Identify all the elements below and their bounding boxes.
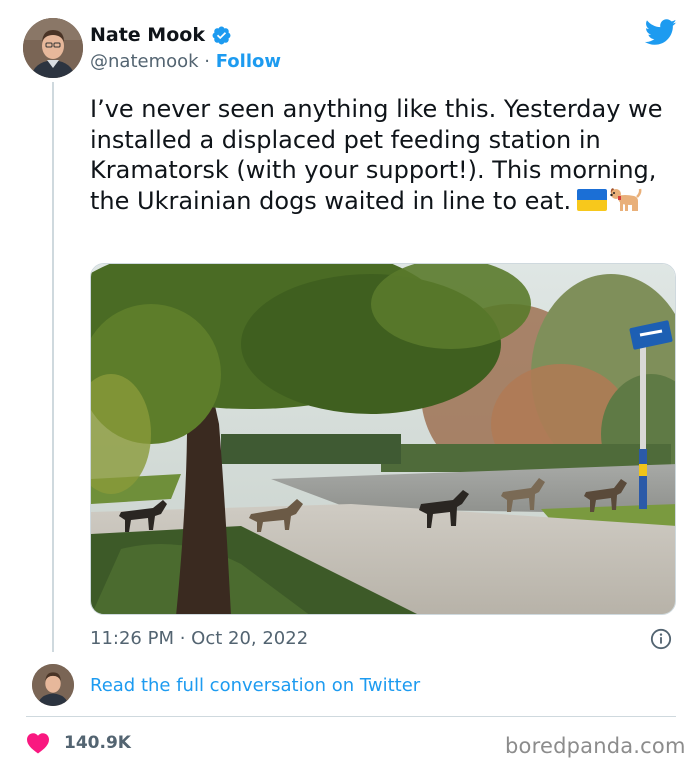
dog-emoji — [610, 187, 642, 211]
handle-separator: · — [198, 51, 216, 72]
handle-row: @natemook · Follow — [90, 50, 281, 74]
author-name[interactable]: Nate Mook — [90, 23, 205, 47]
tweet-timestamp[interactable]: 11:26 PM · Oct 20, 2022 — [90, 627, 308, 651]
twitter-bird-icon[interactable] — [645, 19, 677, 46]
heart-icon[interactable] — [26, 732, 50, 754]
tweet-photo[interactable] — [90, 263, 676, 615]
watermark: boredpanda.com — [505, 734, 686, 758]
author-handle[interactable]: @natemook — [90, 51, 199, 72]
avatar-small[interactable] — [32, 664, 74, 706]
ukraine-flag-emoji — [577, 188, 608, 211]
verified-badge-icon — [212, 26, 231, 45]
info-icon[interactable] — [650, 628, 672, 650]
divider — [26, 716, 676, 717]
read-conversation-link[interactable]: Read the full conversation on Twitter — [90, 674, 420, 698]
like-count: 140.9K — [64, 733, 131, 753]
avatar[interactable] — [23, 18, 83, 78]
tweet-text: I’ve never seen anything like this. Yest… — [90, 94, 686, 216]
thread-line — [52, 82, 54, 652]
follow-link[interactable]: Follow — [216, 51, 281, 72]
